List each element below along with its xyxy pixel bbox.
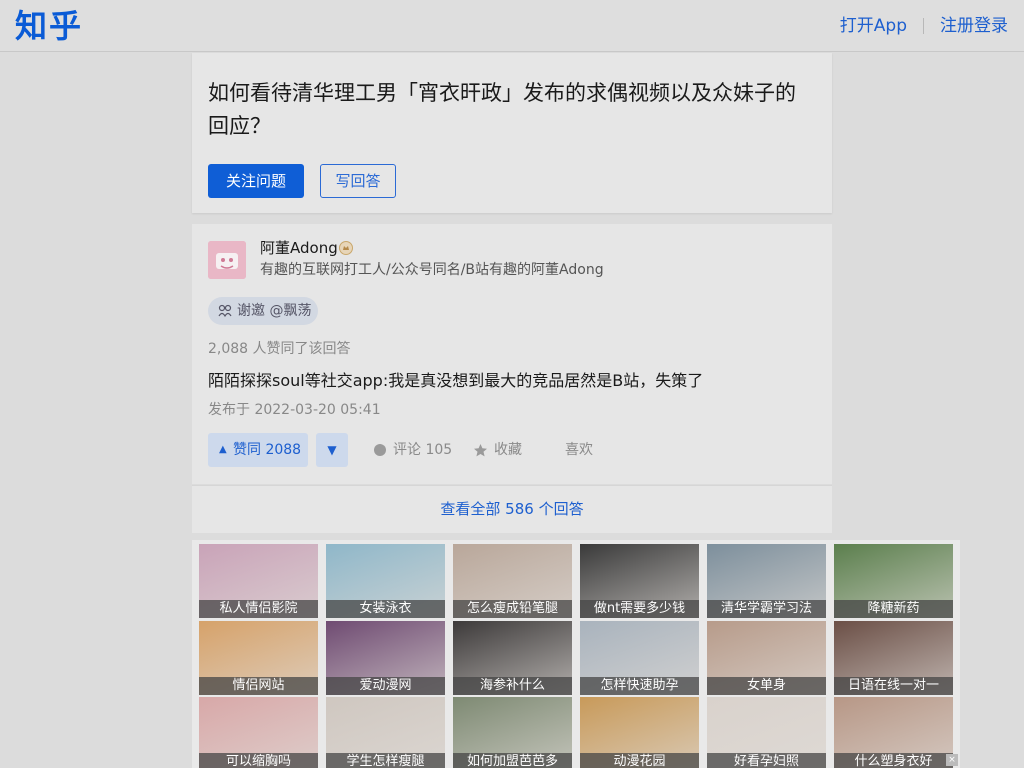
ad-caption: 海参补什么	[453, 676, 572, 695]
ad-panel: 私人情侣影院 女装泳衣 怎么瘦成铅笔腿 做nt需要多少钱 清华学霸学习法 降糖新药情侣网站…	[192, 540, 960, 768]
question-title[interactable]: 如何看待清华理工男「宵衣旰政」发布的求偶视频以及众妹子的回应？	[208, 77, 808, 143]
ad-caption: 日语在线一对一	[834, 676, 953, 695]
publish-time: 发布于 2022-03-20 05:41	[208, 402, 381, 418]
ad-tile[interactable]: 如何加盟芭芭多	[453, 697, 572, 768]
ad-caption: 女单身	[707, 676, 826, 695]
ad-caption: 私人情侣影院	[199, 600, 318, 618]
zhihu-logo[interactable]: 知乎	[15, 6, 83, 46]
ad-caption: 动漫花园	[580, 753, 699, 768]
divider	[923, 18, 924, 34]
upvote-label: 赞同 2088	[233, 442, 302, 458]
ad-tile[interactable]: 清华学霸学习法	[707, 544, 826, 618]
ad-tile[interactable]: 海参补什么	[453, 620, 572, 695]
write-answer-button[interactable]: 写回答	[320, 164, 396, 198]
ad-caption: 什么塑身衣好	[834, 753, 953, 768]
ad-caption: 怎样快速助孕	[580, 676, 699, 695]
ad-tile[interactable]: 做nt需要多少钱	[580, 544, 699, 618]
invite-icon	[218, 304, 232, 318]
ad-caption: 怎么瘦成铅笔腿	[453, 600, 572, 618]
ad-tile[interactable]: 日语在线一对一	[834, 620, 953, 695]
top-links: 打开App 注册登录	[840, 15, 1008, 37]
ad-tile[interactable]: 好看孕妇照	[707, 697, 826, 768]
ad-tile[interactable]: 可以缩胸吗	[199, 697, 318, 768]
ad-tile[interactable]: 什么塑身衣好	[834, 697, 953, 768]
view-all-answers-link[interactable]: 查看全部 586 个回答	[192, 485, 832, 533]
avatar[interactable]	[208, 241, 246, 279]
open-app-link[interactable]: 打开App	[840, 15, 907, 37]
triangle-up-icon: ▲	[219, 444, 227, 455]
ad-caption: 清华学霸学习法	[707, 600, 826, 618]
ad-tile[interactable]: 女装泳衣	[326, 544, 445, 618]
ad-caption: 女装泳衣	[326, 600, 445, 618]
follow-question-button[interactable]: 关注问题	[208, 164, 304, 198]
ad-caption: 做nt需要多少钱	[580, 600, 699, 618]
answer-card: 阿董Adong 有趣的互联网打工人/公众号同名/B站有趣的阿董Adong 谢邀 …	[192, 224, 832, 484]
invite-chip[interactable]: 谢邀 @飘荡	[208, 297, 318, 325]
ad-tile[interactable]: 私人情侣影院	[199, 544, 318, 618]
ad-caption: 学生怎样瘦腿	[326, 753, 445, 768]
ad-caption: 情侣网站	[199, 676, 318, 695]
ad-tile[interactable]: 怎样快速助孕	[580, 620, 699, 695]
ad-tile[interactable]: 女单身	[707, 620, 826, 695]
collect-label: 收藏	[494, 442, 522, 458]
avatar-image	[208, 241, 246, 279]
triangle-down-icon: ▼	[327, 443, 337, 457]
comment-button[interactable]: 评论 105	[373, 433, 452, 467]
ad-caption: 可以缩胸吗	[199, 753, 318, 768]
ad-tile[interactable]: 爱动漫网	[326, 620, 445, 695]
login-link[interactable]: 注册登录	[940, 15, 1008, 37]
ad-tile[interactable]: 怎么瘦成铅笔腿	[453, 544, 572, 618]
downvote-button[interactable]: ▼	[316, 433, 348, 467]
ad-close-icon[interactable]: ×	[946, 754, 958, 766]
ad-tile[interactable]: 情侣网站	[199, 620, 318, 695]
comment-icon	[374, 444, 386, 456]
ad-tile[interactable]: 学生怎样瘦腿	[326, 697, 445, 768]
top-bar: 知乎 打开App 注册登录	[0, 0, 1024, 52]
upvote-button[interactable]: ▲ 赞同 2088	[208, 433, 308, 467]
star-icon	[474, 443, 487, 456]
ad-caption: 好看孕妇照	[707, 753, 826, 768]
vote-count: 2,088 人赞同了该回答	[208, 341, 351, 357]
author-name[interactable]: 阿董Adong	[260, 238, 338, 258]
comment-label: 评论 105	[393, 442, 453, 458]
ad-caption: 如何加盟芭芭多	[453, 753, 572, 768]
like-button[interactable]: 喜欢	[565, 433, 593, 467]
ad-caption: 降糖新药	[834, 600, 953, 618]
question-card: 如何看待清华理工男「宵衣旰政」发布的求偶视频以及众妹子的回应？ 关注问题 写回答	[192, 53, 832, 213]
creator-badge-icon	[339, 241, 353, 255]
invite-text: 谢邀 @飘荡	[237, 303, 312, 319]
collect-button[interactable]: 收藏	[473, 433, 522, 467]
ad-caption: 爱动漫网	[326, 676, 445, 695]
author-bio: 有趣的互联网打工人/公众号同名/B站有趣的阿董Adong	[260, 262, 604, 278]
ad-tile[interactable]: 动漫花园	[580, 697, 699, 768]
answer-text[interactable]: 陌陌探探soul等社交app:我是真没想到最大的竞品居然是B站，失策了	[208, 369, 703, 393]
ad-tile[interactable]: 降糖新药	[834, 544, 953, 618]
like-label: 喜欢	[565, 442, 593, 458]
